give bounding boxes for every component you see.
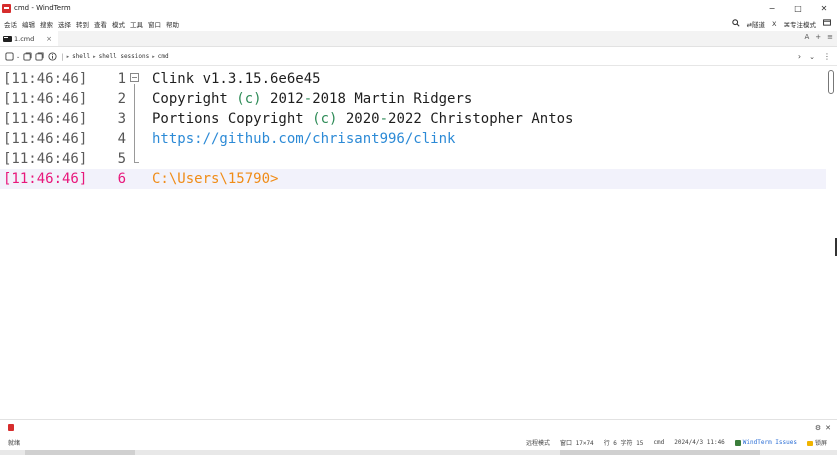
new-tab-button[interactable]: + [815, 33, 821, 41]
search-icon[interactable] [731, 18, 740, 29]
forward-arrow-icon[interactable]: › [798, 52, 801, 61]
menu-select[interactable]: 选择 [58, 19, 71, 29]
terminal-line: [11:46:46] 3 Portions Copyright (c) 2020… [0, 109, 826, 129]
menu-window[interactable]: 窗口 [148, 19, 161, 29]
line-number: 5 [117, 151, 126, 167]
menu-goto[interactable]: 转到 [76, 19, 89, 29]
panel-close-icon[interactable]: ✕ [825, 424, 831, 432]
line-text: Portions Copyright (c) 2020-2022 Christo… [152, 111, 574, 127]
addressbar-right-tools: › ⌄ ⋮ [798, 52, 831, 61]
x-button[interactable]: X [772, 20, 776, 28]
panel-app-icon [8, 424, 14, 431]
breadcrumb-arrow-icon: ▸ [152, 53, 155, 60]
address-bar: ⌄ | ▸ shell ▸ shell sessions ▸ cmd › ⌄ ⋮ [0, 48, 837, 66]
vertical-scrollbar-thumb[interactable] [828, 70, 834, 94]
menu-mode[interactable]: 模式 [112, 19, 125, 29]
panel-right-tools: ⚙ ✕ [815, 424, 831, 432]
fold-collapse-icon[interactable] [130, 73, 139, 82]
panel-settings-icon[interactable]: ⚙ [815, 424, 821, 432]
bottom-panel-header: ⚙ ✕ [0, 419, 837, 435]
terminal-line: [11:46:46] 4 https://github.com/chrisant… [0, 129, 826, 149]
line-timestamp: [11:46:46] [3, 111, 88, 127]
status-shell[interactable]: cmd [653, 439, 664, 446]
line-timestamp: [11:46:46] [3, 131, 88, 147]
close-window-button[interactable]: ✕ [811, 0, 837, 16]
menu-help[interactable]: 帮助 [166, 19, 179, 29]
line-timestamp: [11:46:46] [3, 171, 88, 187]
command-prompt[interactable]: C:\Users\15790> [152, 171, 278, 187]
breadcrumb-cmd[interactable]: cmd [158, 53, 169, 60]
terminal-view[interactable]: [11:46:46] 1 Clink v1.3.15.6e6e45 [11:46… [0, 67, 826, 419]
strip-segment [25, 450, 135, 455]
tab-cmd[interactable]: 1.cmd × [0, 31, 58, 46]
terminal-line: [11:46:46] 5 [0, 149, 826, 169]
terminal-current-line[interactable]: [11:46:46] 6 C:\Users\15790> [0, 169, 826, 189]
line-timestamp: [11:46:46] [3, 91, 88, 107]
status-right-group: 远程模式 窗口 17×74 行 6 字符 15 cmd 2024/4/3 11:… [526, 438, 827, 447]
line-timestamp: [11:46:46] [3, 71, 88, 87]
tab-label: 1.cmd [14, 34, 35, 43]
tabbar-right-tools: A + ≡ [804, 33, 833, 41]
maximize-button[interactable]: □ [785, 0, 811, 16]
menu-tools[interactable]: 工具 [130, 19, 143, 29]
breadcrumb-arrow-icon: ▸ [93, 53, 96, 60]
breadcrumb-arrow-icon: ▸ [66, 53, 70, 60]
copy-session-icon[interactable] [23, 52, 32, 61]
more-options-icon[interactable]: ⋮ [823, 52, 831, 61]
status-datetime: 2024/4/3 11:46 [674, 439, 725, 446]
line-timestamp: [11:46:46] [3, 151, 88, 167]
status-issues-link[interactable]: WindTerm Issues [734, 439, 797, 446]
new-session-icon[interactable] [5, 52, 14, 61]
line-text: Clink v1.3.15.6e6e45 [152, 71, 321, 87]
line-number: 4 [117, 131, 126, 147]
menu-session[interactable]: 会话 [4, 19, 17, 29]
lock-icon [806, 441, 813, 446]
strip-segment [560, 450, 760, 455]
menu-search[interactable]: 搜索 [40, 19, 53, 29]
status-window-size[interactable]: 窗口 17×74 [560, 438, 594, 447]
focus-mode-button[interactable]: ⌘专注模式 [784, 19, 817, 29]
bottom-strip [0, 450, 837, 455]
duplicate-session-icon[interactable] [35, 52, 44, 61]
window-title: cmd - WindTerm [14, 4, 71, 12]
line-number: 2 [117, 91, 126, 107]
title-bar: cmd - WindTerm − □ ✕ [0, 0, 837, 16]
clink-url-link[interactable]: https://github.com/chrisant996/clink [152, 131, 455, 147]
status-remote-mode[interactable]: 远程模式 [526, 438, 550, 447]
line-number: 3 [117, 111, 126, 127]
status-lock-screen[interactable]: 锁屏 [806, 438, 827, 447]
window-controls: − □ ✕ [759, 0, 837, 16]
menu-bar: 会话 编辑 搜索 选择 转到 查看 模式 工具 窗口 帮助 ⇄隧道 X ⌘专注模… [0, 16, 837, 31]
windterm-app-icon [2, 3, 11, 13]
tab-bar: 1.cmd × A + ≡ [0, 31, 837, 47]
minimize-button[interactable]: − [759, 0, 785, 16]
dropdown-icon[interactable]: ⌄ [16, 54, 20, 60]
status-bar: 就绪 远程模式 窗口 17×74 行 6 字符 15 cmd 2024/4/3 … [0, 435, 837, 450]
tab-close-icon[interactable]: × [46, 35, 52, 43]
menubar-right-tools: ⇄隧道 X ⌘专注模式 [731, 16, 831, 31]
line-number: 1 [117, 71, 126, 87]
window-icon[interactable] [823, 19, 831, 28]
menu-view[interactable]: 查看 [94, 19, 107, 29]
tunnel-button[interactable]: ⇄隧道 [747, 19, 765, 29]
info-icon[interactable] [48, 52, 57, 61]
font-button[interactable]: A [804, 33, 809, 41]
menu-edit[interactable]: 编辑 [22, 19, 35, 29]
address-separator: | [61, 52, 64, 61]
terminal-line: [11:46:46] 1 Clink v1.3.15.6e6e45 [0, 69, 826, 89]
status-cursor-position[interactable]: 行 6 字符 15 [604, 438, 644, 447]
status-ready: 就绪 [8, 440, 21, 447]
breadcrumb-shell-sessions[interactable]: shell sessions [99, 53, 150, 60]
tab-menu-button[interactable]: ≡ [827, 33, 833, 41]
line-number: 6 [117, 171, 126, 187]
terminal-line: [11:46:46] 2 Copyright (c) 2012-2018 Mar… [0, 89, 826, 109]
terminal-icon [3, 35, 12, 42]
history-dropdown-icon[interactable]: ⌄ [809, 53, 815, 61]
breadcrumb-shell[interactable]: shell [72, 53, 90, 60]
windterm-issues-icon [734, 439, 741, 446]
line-text: Copyright (c) 2012-2018 Martin Ridgers [152, 91, 473, 107]
